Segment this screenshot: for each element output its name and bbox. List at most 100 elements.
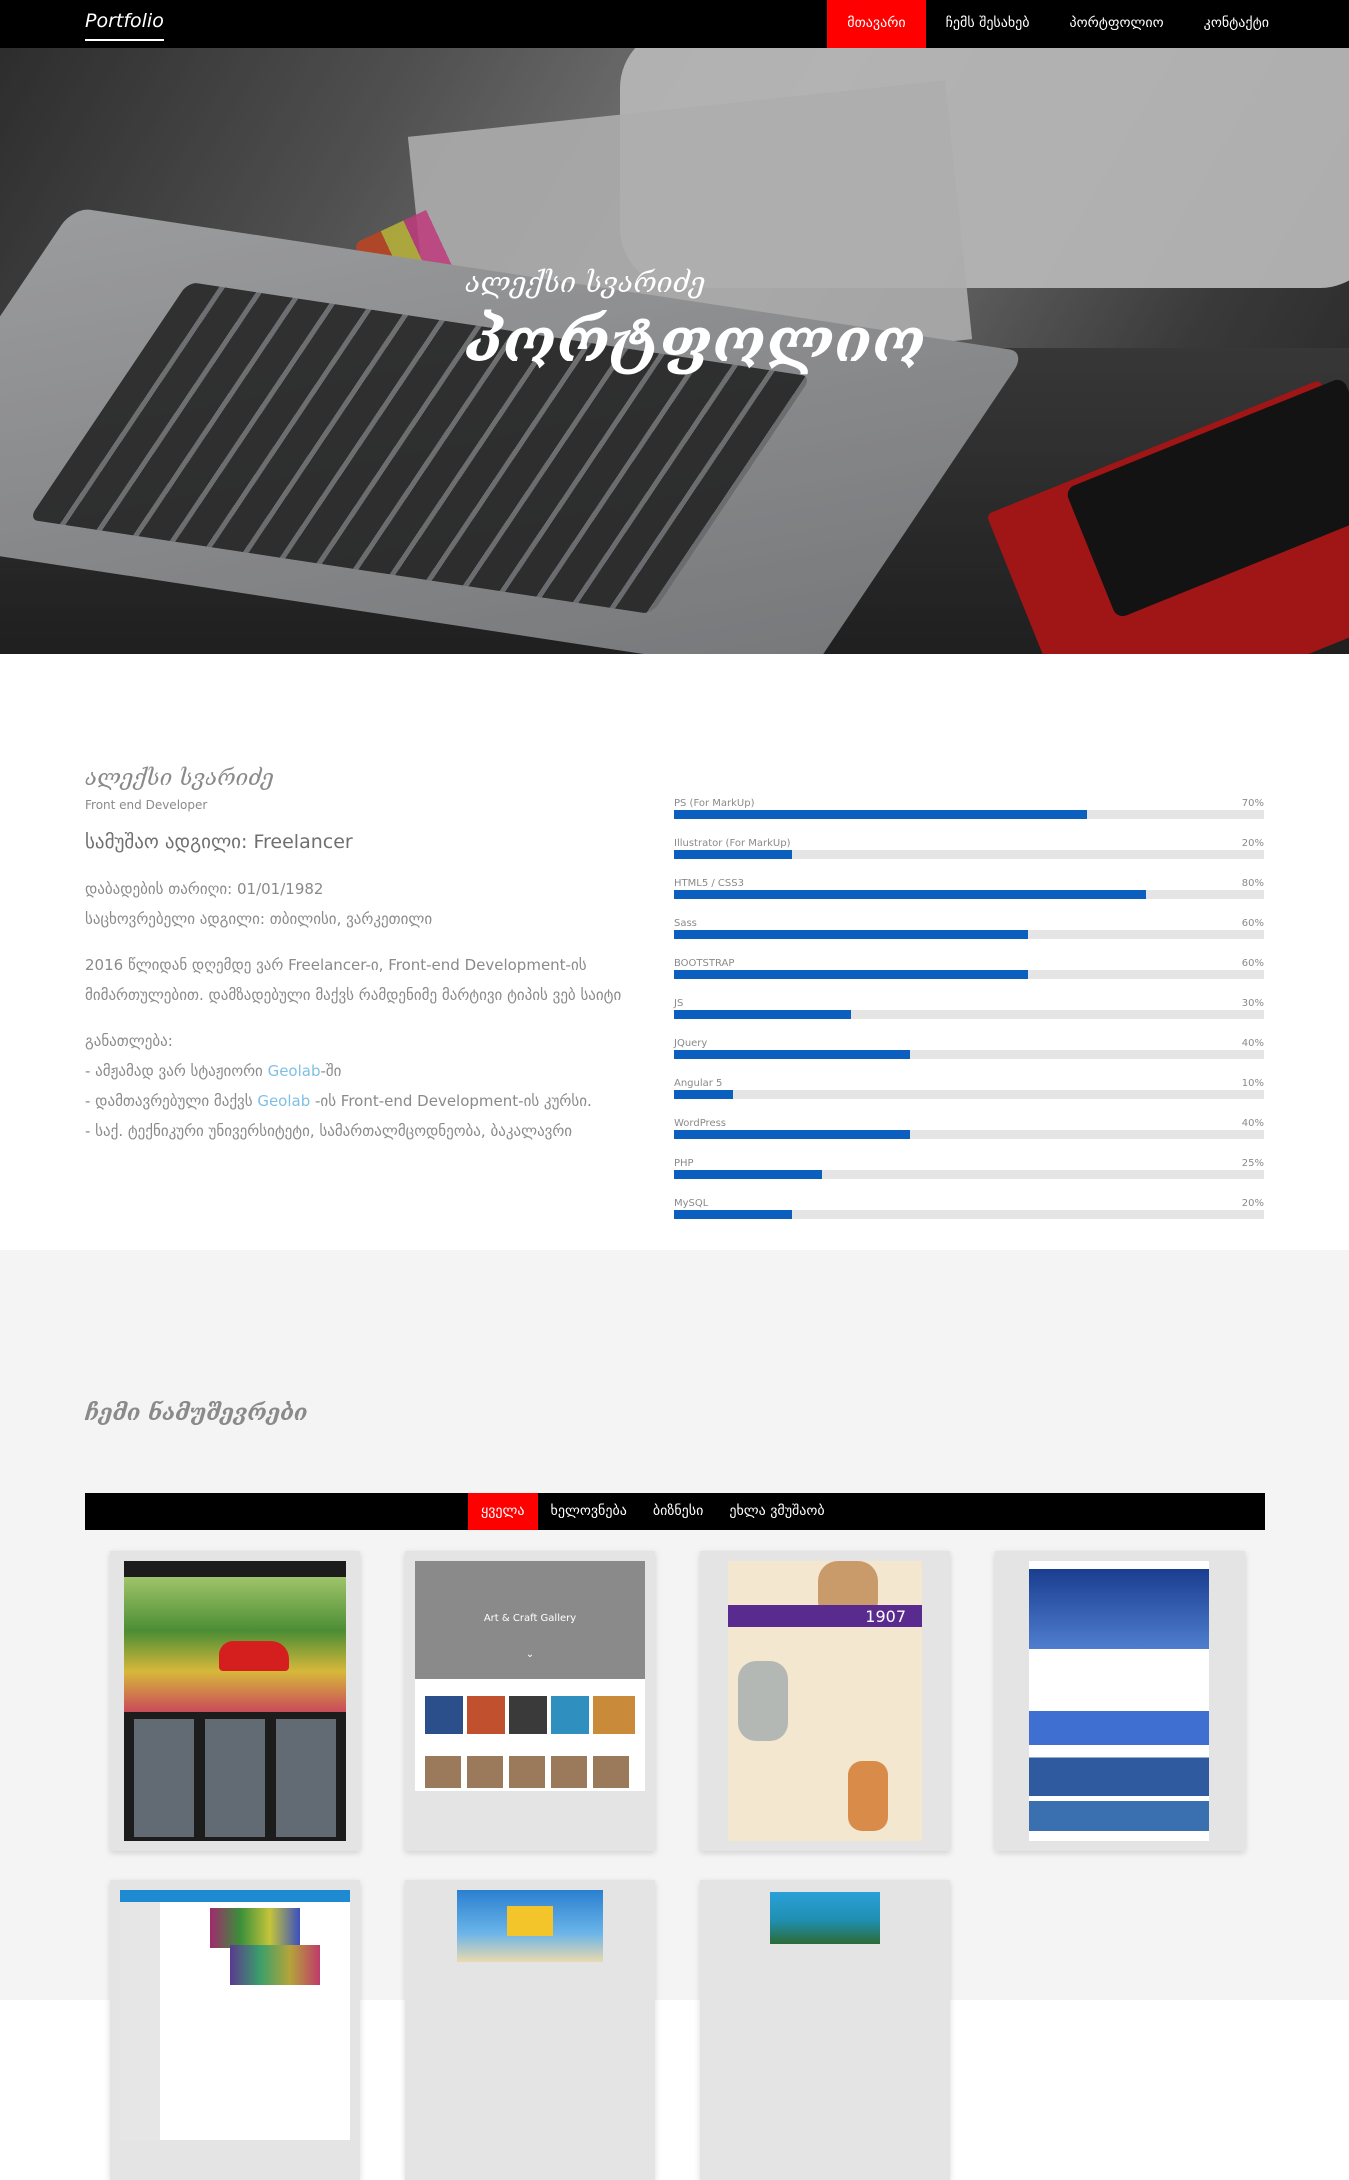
about-edu-3: - საქ. ტექნიკური უნივერსიტეტი, სამართალმ… bbox=[85, 1122, 573, 1140]
skill-fill bbox=[674, 1170, 822, 1179]
skill-track bbox=[674, 1050, 1264, 1059]
skill-label: Angular 5 bbox=[674, 1078, 723, 1089]
about-name: ალექსი სვარიძე bbox=[85, 766, 274, 791]
portfolio-card-beach[interactable] bbox=[405, 1880, 655, 2180]
filter-bar: ყველა ხელოვნება ბიზნესი ეხლა ვმუშაობ bbox=[85, 1493, 1265, 1530]
about-residence: საცხოვრებელი ადგილი: თბილისი, ვარკეთილი bbox=[85, 910, 433, 928]
thumb-figure bbox=[738, 1661, 788, 1741]
thumb-gallery-title: Art & Craft Gallery bbox=[483, 1613, 577, 1624]
illustrated-thumbnail: 1907 bbox=[728, 1561, 922, 1841]
skill-fill bbox=[674, 1090, 733, 1099]
hero-banner: ალექსი სვარიძე პორტფოლიო bbox=[0, 48, 1349, 654]
thumb-sidebar bbox=[120, 1902, 160, 2140]
skill-track bbox=[674, 1010, 1264, 1019]
portfolio-card-travel[interactable] bbox=[995, 1551, 1245, 1851]
skill-item: WordPress 40% bbox=[674, 1118, 1264, 1158]
portfolio-card-boat[interactable] bbox=[700, 1880, 950, 2180]
brand-logo[interactable]: Portfolio bbox=[85, 10, 164, 41]
about-bio-line-2: მიმართულებით. დამზადებული მაქვს რამდენიმ… bbox=[85, 986, 622, 1004]
edu-2-suffix: -ის Front-end Development-ის კურსი. bbox=[310, 1092, 592, 1110]
skill-percent: 10% bbox=[1241, 1078, 1264, 1089]
chevron-down-icon: ⌄ bbox=[525, 1649, 535, 1660]
filter-in-progress[interactable]: ეხლა ვმუშაობ bbox=[716, 1493, 837, 1530]
nav-item-about[interactable]: ჩემს შესახებ bbox=[926, 0, 1050, 48]
workplace-value: Freelancer bbox=[253, 831, 353, 853]
skill-item: JS 30% bbox=[674, 998, 1264, 1038]
filter-all[interactable]: ყველა bbox=[468, 1493, 538, 1530]
travel-thumbnail bbox=[1029, 1561, 1209, 1841]
skill-label: JQuery bbox=[674, 1038, 708, 1049]
thumb-topbar bbox=[120, 1890, 350, 1902]
workplace-label: სამუშაო ადგილი: bbox=[85, 831, 248, 853]
skill-label: PS (For MarkUp) bbox=[674, 798, 755, 809]
filter-art[interactable]: ხელოვნება bbox=[538, 1493, 640, 1530]
skill-fill bbox=[674, 1210, 792, 1219]
edu-1-suffix: -ში bbox=[320, 1062, 342, 1080]
filter-tabs: ყველა ხელოვნება ბიზნესი ეხლა ვმუშაობ bbox=[468, 1493, 838, 1530]
thumb-art-row bbox=[425, 1696, 635, 1734]
skill-item: PS (For MarkUp) 70% bbox=[674, 798, 1264, 838]
gallery-thumbnail: Art & Craft Gallery ⌄ bbox=[415, 1561, 645, 1791]
nav-item-home[interactable]: მთავარი bbox=[827, 0, 926, 48]
skill-track bbox=[674, 810, 1264, 819]
thumb-rainbow bbox=[230, 1945, 320, 1985]
filter-business[interactable]: ბიზნესი bbox=[640, 1493, 716, 1530]
about-section: ალექსი სვარიძე Front end Developer სამუშ… bbox=[0, 654, 1349, 1250]
about-bio-line-1: 2016 წლიდან დღემდე ვარ Freelancer-ი, Fro… bbox=[85, 956, 587, 974]
skill-label: HTML5 / CSS3 bbox=[674, 878, 744, 889]
geolab-link-2[interactable]: Geolab bbox=[257, 1092, 310, 1110]
skill-percent: 40% bbox=[1241, 1118, 1264, 1129]
skill-label: WordPress bbox=[674, 1118, 727, 1129]
skill-track bbox=[674, 970, 1264, 979]
skill-label: Illustrator (For MarkUp) bbox=[674, 838, 791, 849]
beach-thumbnail bbox=[457, 1890, 603, 1962]
skill-fill bbox=[674, 1130, 910, 1139]
top-navbar: Portfolio მთავარი ჩემს შესახებ პორტფოლიო… bbox=[0, 0, 1349, 48]
skill-track bbox=[674, 890, 1264, 899]
skill-item: JQuery 40% bbox=[674, 1038, 1264, 1078]
edu-1-prefix: - ამჟამად ვარ სტაჟიორი bbox=[85, 1062, 268, 1080]
nav-item-contact[interactable]: კონტაქტი bbox=[1184, 0, 1289, 48]
skill-percent: 80% bbox=[1241, 878, 1264, 889]
skill-fill bbox=[674, 850, 792, 859]
portfolio-card-car-site[interactable] bbox=[110, 1551, 360, 1851]
skill-percent: 20% bbox=[1241, 1198, 1264, 1209]
skill-item: Sass 60% bbox=[674, 918, 1264, 958]
skill-fill bbox=[674, 1010, 851, 1019]
portfolio-card-dashboard[interactable] bbox=[110, 1880, 360, 2180]
thumb-craft-row bbox=[425, 1756, 635, 1788]
thumb-red-car bbox=[219, 1641, 289, 1671]
skill-track bbox=[674, 850, 1264, 859]
skill-item: PHP 25% bbox=[674, 1158, 1264, 1198]
about-role: Front end Developer bbox=[85, 798, 208, 812]
dashboard-thumbnail bbox=[120, 1890, 350, 2140]
skill-track bbox=[674, 1130, 1264, 1139]
boat-thumbnail bbox=[770, 1892, 880, 1944]
skill-track bbox=[674, 1210, 1264, 1219]
skill-track bbox=[674, 1090, 1264, 1099]
skill-percent: 20% bbox=[1241, 838, 1264, 849]
skill-track bbox=[674, 930, 1264, 939]
skill-fill bbox=[674, 810, 1087, 819]
portfolio-card-illustrated[interactable]: 1907 bbox=[700, 1551, 950, 1851]
about-edu-2: - დამთავრებული მაქვს Geolab -ის Front-en… bbox=[85, 1092, 592, 1110]
hero-subtitle: ალექსი სვარიძე bbox=[465, 266, 706, 299]
edu-2-prefix: - დამთავრებული მაქვს bbox=[85, 1092, 258, 1110]
skill-label: JS bbox=[674, 998, 684, 1009]
skill-fill bbox=[674, 890, 1146, 899]
skill-label: BOOTSTRAP bbox=[674, 958, 735, 969]
skill-item: MySQL 20% bbox=[674, 1198, 1264, 1238]
geolab-link-1[interactable]: Geolab bbox=[268, 1062, 321, 1080]
about-education-label: განათლება: bbox=[85, 1032, 173, 1050]
skill-percent: 40% bbox=[1241, 1038, 1264, 1049]
thumb-year: 1907 bbox=[865, 1607, 906, 1626]
car-site-thumbnail bbox=[124, 1561, 346, 1841]
skill-item: Angular 5 10% bbox=[674, 1078, 1264, 1118]
thumb-figure bbox=[848, 1761, 888, 1831]
skill-percent: 70% bbox=[1241, 798, 1264, 809]
skill-label: MySQL bbox=[674, 1198, 709, 1209]
skill-percent: 30% bbox=[1241, 998, 1264, 1009]
thumb-car-grid bbox=[134, 1719, 336, 1837]
nav-item-portfolio[interactable]: პორტფოლიო bbox=[1050, 0, 1184, 48]
portfolio-card-gallery[interactable]: Art & Craft Gallery ⌄ bbox=[405, 1551, 655, 1851]
